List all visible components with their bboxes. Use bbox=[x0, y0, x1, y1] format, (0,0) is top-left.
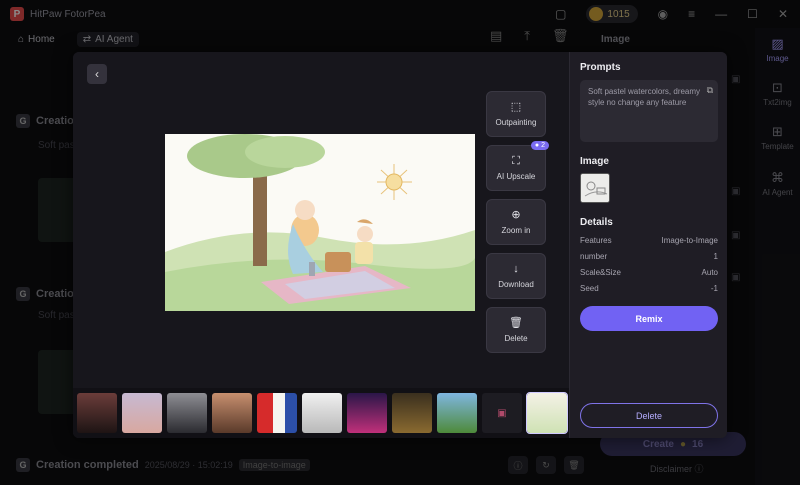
badge-count: 2 bbox=[541, 142, 545, 149]
tool-label: AI Upscale bbox=[496, 171, 536, 181]
zoom-in-icon: ⊕ bbox=[511, 208, 521, 221]
tool-label: Outpainting bbox=[495, 117, 537, 127]
details-heading: Details bbox=[580, 217, 613, 228]
details-panel: Prompts ⧉ Soft pastel watercolors, dream… bbox=[569, 52, 727, 438]
detail-value: -1 bbox=[710, 284, 718, 293]
watercolor-illustration bbox=[165, 134, 475, 311]
outpainting-icon: ⬚ bbox=[510, 100, 522, 113]
main-preview-image bbox=[165, 134, 475, 311]
upscale-icon: ⛶ bbox=[512, 154, 520, 167]
thumbnail[interactable] bbox=[212, 393, 252, 433]
thumbnail-selected[interactable] bbox=[526, 392, 568, 434]
detail-value: Image-to-Image bbox=[661, 236, 718, 245]
copy-icon[interactable]: ⧉ bbox=[707, 84, 713, 96]
detail-row-scale-size: Scale&Size Auto bbox=[580, 268, 718, 277]
prompts-heading: Prompts bbox=[580, 62, 621, 73]
delete-button[interactable]: Delete bbox=[580, 403, 718, 428]
prompt-box: ⧉ Soft pastel watercolors, dreamy style … bbox=[580, 80, 718, 142]
reference-sketch bbox=[581, 174, 609, 202]
reference-image[interactable] bbox=[580, 173, 610, 203]
download-icon: ↓ bbox=[513, 262, 519, 275]
detail-key: number bbox=[580, 252, 608, 261]
detail-row-features: Features Image-to-Image bbox=[580, 236, 718, 245]
ai-upscale-button[interactable]: ● 2 ⛶ AI Upscale bbox=[486, 141, 549, 191]
tool-label: Delete bbox=[504, 333, 528, 343]
thumbnail[interactable] bbox=[392, 393, 432, 433]
thumbnail[interactable] bbox=[167, 393, 207, 433]
detail-value: 1 bbox=[713, 252, 718, 261]
upscale-badge: ● 2 bbox=[530, 141, 549, 150]
detail-row-number: number 1 bbox=[580, 252, 718, 261]
thumbnail[interactable] bbox=[257, 393, 297, 433]
crown-icon: ● bbox=[534, 142, 540, 149]
zoom-in-button[interactable]: ⊕ Zoom in bbox=[486, 199, 546, 245]
detail-row-seed: Seed -1 bbox=[580, 284, 718, 293]
thumbnail[interactable] bbox=[302, 393, 342, 433]
thumbnail[interactable] bbox=[77, 393, 117, 433]
remix-button[interactable]: Remix bbox=[580, 306, 718, 331]
tool-label: Download bbox=[498, 279, 534, 289]
thumbnail-placeholder[interactable]: ▣ bbox=[482, 393, 522, 433]
thumbnail-strip: ▣ bbox=[73, 388, 569, 438]
back-button[interactable]: ‹ bbox=[87, 64, 107, 84]
image-preview-modal: ‹ ⬚ Outpainting ● 2 ⛶ AI Upscale ⊕ Zoom … bbox=[73, 52, 727, 438]
thumbnail[interactable] bbox=[122, 393, 162, 433]
broken-image-icon: ▣ bbox=[497, 407, 507, 419]
thumbnail[interactable] bbox=[347, 393, 387, 433]
detail-key: Features bbox=[580, 236, 612, 245]
detail-key: Seed bbox=[580, 284, 599, 293]
tool-label: Zoom in bbox=[501, 225, 531, 235]
chevron-left-icon: ‹ bbox=[95, 67, 99, 81]
thumbnail[interactable] bbox=[437, 393, 477, 433]
download-button[interactable]: ↓ Download bbox=[486, 253, 546, 299]
delete-tool-button[interactable]: 🗑 Delete bbox=[486, 307, 546, 353]
preview-stage: ‹ ⬚ Outpainting ● 2 ⛶ AI Upscale ⊕ Zoom … bbox=[73, 52, 569, 438]
outpainting-button[interactable]: ⬚ Outpainting bbox=[486, 91, 546, 137]
detail-key: Scale&Size bbox=[580, 268, 621, 277]
prompt-text: Soft pastel watercolors, dreamy style no… bbox=[588, 87, 701, 107]
image-heading: Image bbox=[580, 156, 609, 167]
detail-value: Auto bbox=[701, 268, 718, 277]
trash-icon: 🗑 bbox=[509, 316, 523, 329]
